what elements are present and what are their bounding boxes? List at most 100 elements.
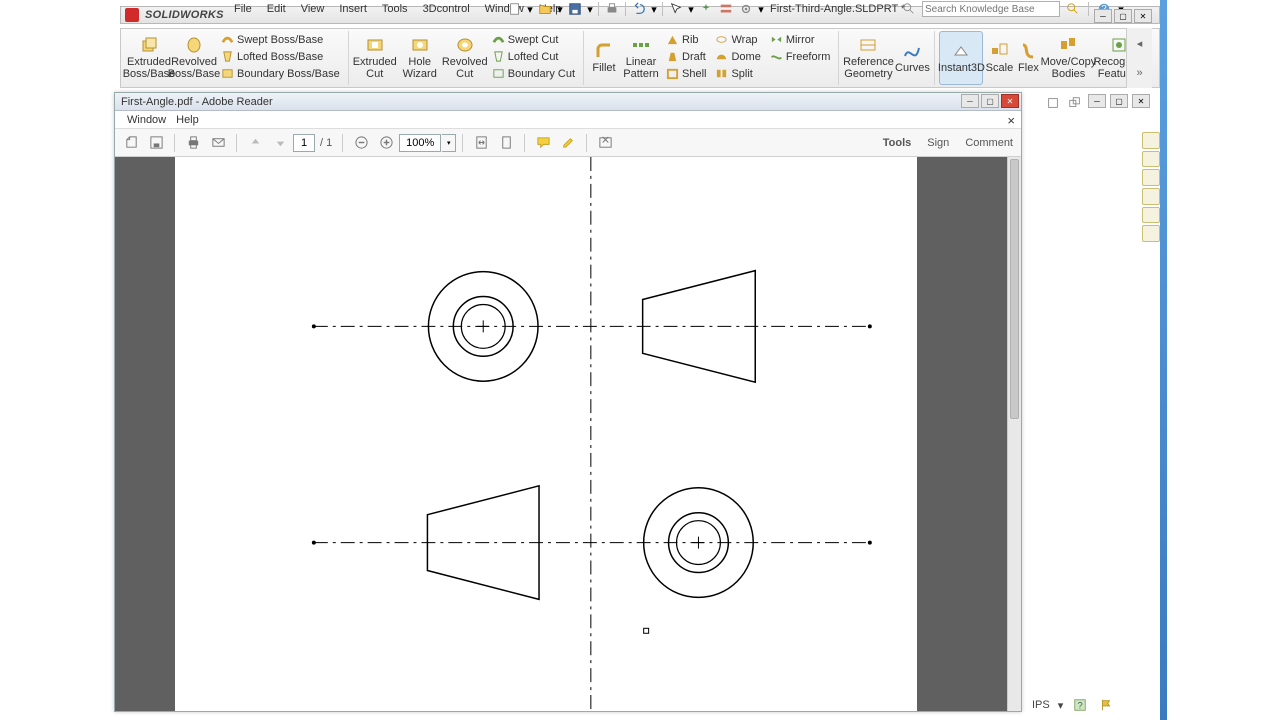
- doc-icon-1[interactable]: [1044, 94, 1062, 112]
- status-flag-icon[interactable]: [1097, 696, 1115, 714]
- pdf-toolbar: / 1 ▾ Tools Sign Comment: [115, 129, 1021, 157]
- pdf-menu-help[interactable]: Help: [176, 114, 199, 126]
- menu-3dcontrol[interactable]: 3Dcontrol: [417, 1, 476, 17]
- menu-edit[interactable]: Edit: [261, 1, 292, 17]
- settings-icon[interactable]: [737, 0, 755, 18]
- lofted-boss-button[interactable]: Lofted Boss/Base: [219, 48, 342, 65]
- menu-tools[interactable]: Tools: [376, 1, 414, 17]
- pdf-email-icon[interactable]: [206, 132, 230, 154]
- pdf-page-input[interactable]: [293, 134, 315, 152]
- hole-wizard-button[interactable]: Hole Wizard: [398, 31, 442, 85]
- pdf-minimize-button[interactable]: ─: [961, 94, 979, 108]
- status-help-icon[interactable]: ?: [1071, 696, 1089, 714]
- reference-geometry-button[interactable]: Reference Geometry: [843, 31, 893, 85]
- taskpane-library-icon[interactable]: [1142, 151, 1160, 168]
- dome-button[interactable]: Dome: [713, 48, 762, 65]
- doc-restore-button[interactable]: ▢: [1110, 94, 1128, 108]
- dropdown-icon[interactable]: ▾: [556, 3, 564, 16]
- ribbon-overflow[interactable]: ◂»: [1126, 28, 1152, 88]
- pdf-save-icon[interactable]: [144, 132, 168, 154]
- select-icon[interactable]: [667, 0, 685, 18]
- undo-icon[interactable]: [630, 0, 648, 18]
- open-icon[interactable]: [536, 0, 554, 18]
- rib-button[interactable]: Rib: [664, 31, 708, 48]
- doc-minimize-button[interactable]: ─: [1088, 94, 1106, 108]
- linear-pattern-button[interactable]: Linear Pattern: [621, 31, 661, 85]
- pdf-scrollbar[interactable]: [1007, 157, 1021, 711]
- close-button[interactable]: ✕: [1134, 9, 1152, 23]
- menu-file[interactable]: File: [228, 1, 258, 17]
- doc-icon-2[interactable]: [1066, 94, 1084, 112]
- doc-close-button[interactable]: ✕: [1132, 94, 1150, 108]
- rebuild-icon[interactable]: [697, 0, 715, 18]
- taskpane-home-icon[interactable]: [1142, 132, 1160, 149]
- pdf-zoom-out-icon[interactable]: [349, 132, 373, 154]
- doc-window-controls: ─ ▢ ✕: [1044, 94, 1150, 112]
- swept-boss-button[interactable]: Swept Boss/Base: [219, 31, 342, 48]
- pdf-tools-panel[interactable]: Tools: [883, 137, 912, 149]
- pdf-titlebar: First-Angle.pdf - Adobe Reader ─ ▢ ✕: [115, 93, 1021, 111]
- pdf-zoom-dropdown-icon[interactable]: ▾: [442, 134, 456, 152]
- revolved-cut-button[interactable]: Revolved Cut: [443, 31, 487, 85]
- pdf-export-icon[interactable]: [119, 132, 143, 154]
- pdf-page-down-icon[interactable]: [268, 132, 292, 154]
- dropdown-icon[interactable]: ▾: [650, 3, 658, 16]
- scale-button[interactable]: Scale: [984, 31, 1014, 85]
- save-icon[interactable]: [566, 0, 584, 18]
- curves-button[interactable]: Curves: [894, 31, 930, 85]
- move-copy-bodies-button[interactable]: Move/Copy Bodies: [1042, 31, 1094, 85]
- dropdown-icon[interactable]: ▾: [687, 3, 695, 16]
- shell-button[interactable]: Shell: [664, 65, 708, 82]
- extruded-cut-button[interactable]: Extruded Cut: [353, 31, 397, 85]
- pdf-fit-page-icon[interactable]: [494, 132, 518, 154]
- sw-statusbar: IPS ▾ ?: [1032, 696, 1115, 714]
- scroll-thumb[interactable]: [1010, 159, 1019, 419]
- pdf-page-up-icon[interactable]: [243, 132, 267, 154]
- instant3d-button[interactable]: Instant3D: [939, 31, 983, 85]
- boundary-boss-button[interactable]: Boundary Boss/Base: [219, 65, 342, 82]
- options-icon[interactable]: [717, 0, 735, 18]
- pdf-doc-close-icon[interactable]: ×: [1007, 113, 1015, 128]
- taskpane-explorer-icon[interactable]: [1142, 169, 1160, 186]
- status-units: IPS: [1032, 699, 1050, 711]
- minimize-button[interactable]: ─: [1094, 9, 1112, 23]
- taskpane-view-icon[interactable]: [1142, 188, 1160, 205]
- boundary-cut-button[interactable]: Boundary Cut: [490, 65, 577, 82]
- taskpane-appearance-icon[interactable]: [1142, 207, 1160, 224]
- dropdown-icon[interactable]: ▾: [526, 3, 534, 16]
- mirror-button[interactable]: Mirror: [768, 31, 833, 48]
- pdf-window: First-Angle.pdf - Adobe Reader ─ ▢ ✕ Win…: [114, 92, 1022, 712]
- lofted-cut-button[interactable]: Lofted Cut: [490, 48, 577, 65]
- pdf-comment-panel[interactable]: Comment: [965, 137, 1013, 149]
- pdf-comment-bubble-icon[interactable]: [531, 132, 555, 154]
- flex-button[interactable]: Flex: [1015, 31, 1041, 85]
- dropdown-icon[interactable]: ▾: [586, 3, 594, 16]
- search-input[interactable]: [922, 1, 1060, 17]
- print-icon[interactable]: [603, 0, 621, 18]
- pdf-read-mode-icon[interactable]: [593, 132, 617, 154]
- freeform-button[interactable]: Freeform: [768, 48, 833, 65]
- pdf-maximize-button[interactable]: ▢: [981, 94, 999, 108]
- extruded-boss-button[interactable]: Extruded Boss/Base: [127, 31, 171, 85]
- pdf-zoom-in-icon[interactable]: [374, 132, 398, 154]
- pdf-menu-window[interactable]: Window: [127, 114, 166, 126]
- draft-button[interactable]: Draft: [664, 48, 708, 65]
- new-icon[interactable]: [506, 0, 524, 18]
- menu-insert[interactable]: Insert: [333, 1, 373, 17]
- maximize-button[interactable]: ▢: [1114, 9, 1132, 23]
- pdf-close-button[interactable]: ✕: [1001, 94, 1019, 108]
- fillet-button[interactable]: Fillet: [588, 31, 620, 85]
- menu-view[interactable]: View: [295, 1, 331, 17]
- search-go-icon[interactable]: [1064, 0, 1082, 18]
- taskpane-custom-icon[interactable]: [1142, 225, 1160, 242]
- swept-cut-button[interactable]: Swept Cut: [490, 31, 577, 48]
- split-button[interactable]: Split: [713, 65, 762, 82]
- pdf-zoom-input[interactable]: [399, 134, 441, 152]
- revolved-boss-button[interactable]: Revolved Boss/Base: [172, 31, 216, 85]
- wrap-button[interactable]: Wrap: [713, 31, 762, 48]
- pdf-sign-panel[interactable]: Sign: [927, 137, 949, 149]
- dropdown-icon[interactable]: ▾: [757, 3, 765, 16]
- pdf-fit-width-icon[interactable]: [469, 132, 493, 154]
- pdf-highlight-icon[interactable]: [556, 132, 580, 154]
- pdf-print-icon[interactable]: [181, 132, 205, 154]
